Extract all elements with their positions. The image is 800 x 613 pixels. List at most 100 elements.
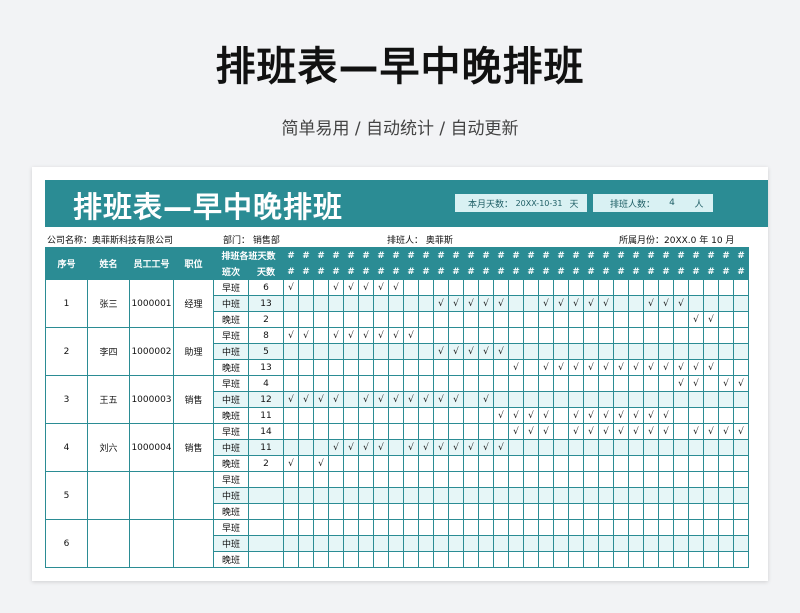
day-cell[interactable] <box>523 519 539 536</box>
day-cell[interactable] <box>508 455 524 472</box>
day-cell[interactable]: √ <box>328 391 344 408</box>
day-cell[interactable] <box>718 551 734 568</box>
day-cell[interactable]: √ <box>283 327 299 344</box>
day-cell[interactable] <box>283 487 299 504</box>
day-cell[interactable]: √ <box>658 295 674 312</box>
day-cell[interactable] <box>328 343 344 360</box>
day-cell[interactable] <box>703 279 719 296</box>
day-cell[interactable] <box>718 343 734 360</box>
day-cell[interactable] <box>703 487 719 504</box>
day-cell[interactable] <box>448 535 464 552</box>
day-cell[interactable] <box>403 279 419 296</box>
day-cell[interactable] <box>643 551 659 568</box>
day-cell[interactable] <box>493 519 509 536</box>
day-cell[interactable] <box>718 487 734 504</box>
day-cell[interactable]: √ <box>538 295 554 312</box>
day-cell[interactable] <box>718 519 734 536</box>
day-cell[interactable] <box>493 391 509 408</box>
day-cell[interactable]: √ <box>403 439 419 456</box>
day-cell[interactable] <box>658 279 674 296</box>
day-cell[interactable] <box>388 551 404 568</box>
day-cell[interactable] <box>688 439 704 456</box>
day-cell[interactable]: √ <box>718 375 734 392</box>
day-cell[interactable]: √ <box>433 391 449 408</box>
day-cell[interactable] <box>403 503 419 520</box>
day-cell[interactable] <box>388 359 404 376</box>
day-cell[interactable] <box>568 375 584 392</box>
day-cell[interactable] <box>643 487 659 504</box>
day-cell[interactable] <box>568 311 584 328</box>
day-cell[interactable] <box>703 519 719 536</box>
day-cell[interactable] <box>298 551 314 568</box>
day-cell[interactable] <box>568 391 584 408</box>
day-cell[interactable]: √ <box>448 391 464 408</box>
day-cell[interactable] <box>418 407 434 424</box>
day-cell[interactable] <box>688 519 704 536</box>
day-cell[interactable] <box>298 439 314 456</box>
day-cell[interactable] <box>418 279 434 296</box>
day-cell[interactable] <box>583 391 599 408</box>
day-cell[interactable] <box>328 471 344 488</box>
day-cell[interactable] <box>673 487 689 504</box>
day-cell[interactable] <box>538 279 554 296</box>
day-cell[interactable] <box>613 343 629 360</box>
day-cell[interactable] <box>733 343 749 360</box>
day-cell[interactable] <box>313 519 329 536</box>
day-cell[interactable] <box>583 519 599 536</box>
day-cell[interactable] <box>688 295 704 312</box>
day-cell[interactable] <box>343 359 359 376</box>
day-cell[interactable] <box>538 487 554 504</box>
day-cell[interactable] <box>643 519 659 536</box>
day-cell[interactable] <box>478 503 494 520</box>
day-cell[interactable] <box>523 295 539 312</box>
day-cell[interactable] <box>598 487 614 504</box>
day-cell[interactable]: √ <box>643 423 659 440</box>
day-cell[interactable]: √ <box>343 279 359 296</box>
day-cell[interactable] <box>613 439 629 456</box>
day-cell[interactable]: √ <box>358 279 374 296</box>
day-cell[interactable] <box>313 327 329 344</box>
day-cell[interactable] <box>703 343 719 360</box>
day-cell[interactable] <box>583 551 599 568</box>
day-cell[interactable]: √ <box>628 423 644 440</box>
day-cell[interactable] <box>568 439 584 456</box>
day-cell[interactable] <box>538 375 554 392</box>
day-cell[interactable]: √ <box>583 359 599 376</box>
day-cell[interactable] <box>313 439 329 456</box>
day-cell[interactable]: √ <box>703 423 719 440</box>
day-cell[interactable]: √ <box>493 407 509 424</box>
day-cell[interactable] <box>298 535 314 552</box>
day-cell[interactable] <box>553 551 569 568</box>
day-cell[interactable] <box>448 407 464 424</box>
day-cell[interactable] <box>628 343 644 360</box>
day-cell[interactable] <box>358 551 374 568</box>
day-cell[interactable] <box>478 407 494 424</box>
day-cell[interactable] <box>433 487 449 504</box>
day-cell[interactable] <box>628 327 644 344</box>
day-cell[interactable] <box>283 551 299 568</box>
day-cell[interactable] <box>598 471 614 488</box>
day-cell[interactable] <box>343 519 359 536</box>
day-cell[interactable] <box>373 359 389 376</box>
day-cell[interactable] <box>658 375 674 392</box>
day-cell[interactable] <box>583 439 599 456</box>
day-cell[interactable]: √ <box>568 407 584 424</box>
day-cell[interactable] <box>358 471 374 488</box>
day-cell[interactable]: √ <box>328 327 344 344</box>
day-cell[interactable] <box>613 311 629 328</box>
day-cell[interactable]: √ <box>658 407 674 424</box>
day-cell[interactable] <box>313 343 329 360</box>
day-cell[interactable]: √ <box>598 359 614 376</box>
day-cell[interactable] <box>658 343 674 360</box>
day-cell[interactable] <box>673 311 689 328</box>
day-cell[interactable] <box>613 535 629 552</box>
day-cell[interactable] <box>658 439 674 456</box>
day-cell[interactable] <box>538 343 554 360</box>
day-cell[interactable] <box>658 503 674 520</box>
day-cell[interactable] <box>628 551 644 568</box>
day-cell[interactable]: √ <box>493 439 509 456</box>
day-cell[interactable] <box>568 487 584 504</box>
day-cell[interactable] <box>733 407 749 424</box>
day-cell[interactable] <box>358 311 374 328</box>
day-cell[interactable] <box>328 295 344 312</box>
